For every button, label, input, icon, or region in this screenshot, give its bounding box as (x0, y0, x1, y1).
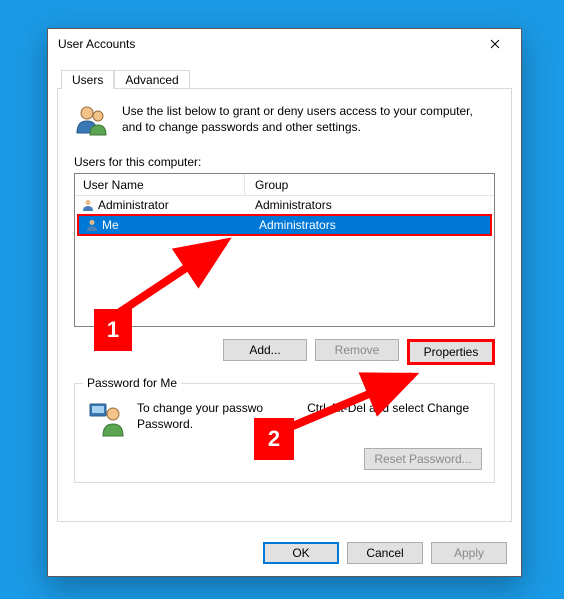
selected-row-highlight: Me Administrators (77, 214, 492, 236)
users-icon (74, 103, 110, 137)
cell-username: Me (102, 218, 119, 232)
user-accounts-window: User Accounts Users Advanced (47, 28, 522, 577)
apply-button[interactable]: Apply (431, 542, 507, 564)
ok-button[interactable]: OK (263, 542, 339, 564)
close-button[interactable] (475, 31, 515, 57)
cell-group: Administrators (245, 198, 494, 212)
intro-row: Use the list below to grant or deny user… (74, 103, 495, 137)
dialog-button-row: OK Cancel Apply (48, 530, 521, 576)
tab-advanced[interactable]: Advanced (114, 70, 189, 89)
tabstrip: Users Advanced (61, 67, 512, 89)
users-list[interactable]: User Name Group Administrator Administra… (74, 173, 495, 327)
table-row[interactable]: Me Administrators (79, 216, 490, 234)
cell-username: Administrator (98, 198, 169, 212)
window-title: User Accounts (58, 37, 135, 51)
list-button-row: Add... Remove Properties (74, 339, 495, 365)
table-row[interactable]: Administrator Administrators (75, 196, 494, 214)
remove-button[interactable]: Remove (315, 339, 399, 361)
users-list-label: Users for this computer: (74, 155, 495, 169)
close-icon (490, 39, 500, 49)
annotation-marker-1: 1 (94, 309, 132, 351)
list-header: User Name Group (75, 174, 494, 196)
titlebar: User Accounts (48, 29, 521, 59)
user-icon (85, 218, 99, 232)
add-button[interactable]: Add... (223, 339, 307, 361)
properties-button[interactable]: Properties (407, 339, 495, 365)
user-icon (81, 198, 95, 212)
password-text: To change your passwoCtrl-Alt-Del and se… (137, 400, 482, 432)
password-user-icon (87, 400, 127, 438)
column-header-username[interactable]: User Name (75, 174, 245, 195)
reset-password-button[interactable]: Reset Password... (364, 448, 482, 470)
column-header-group[interactable]: Group (245, 174, 494, 195)
tab-users[interactable]: Users (61, 70, 114, 89)
intro-text: Use the list below to grant or deny user… (122, 103, 495, 137)
annotation-marker-2: 2 (254, 418, 294, 460)
cell-group: Administrators (249, 218, 490, 232)
password-groupbox-title: Password for Me (83, 376, 181, 390)
cancel-button[interactable]: Cancel (347, 542, 423, 564)
list-body: Administrator Administrators Me (75, 196, 494, 236)
